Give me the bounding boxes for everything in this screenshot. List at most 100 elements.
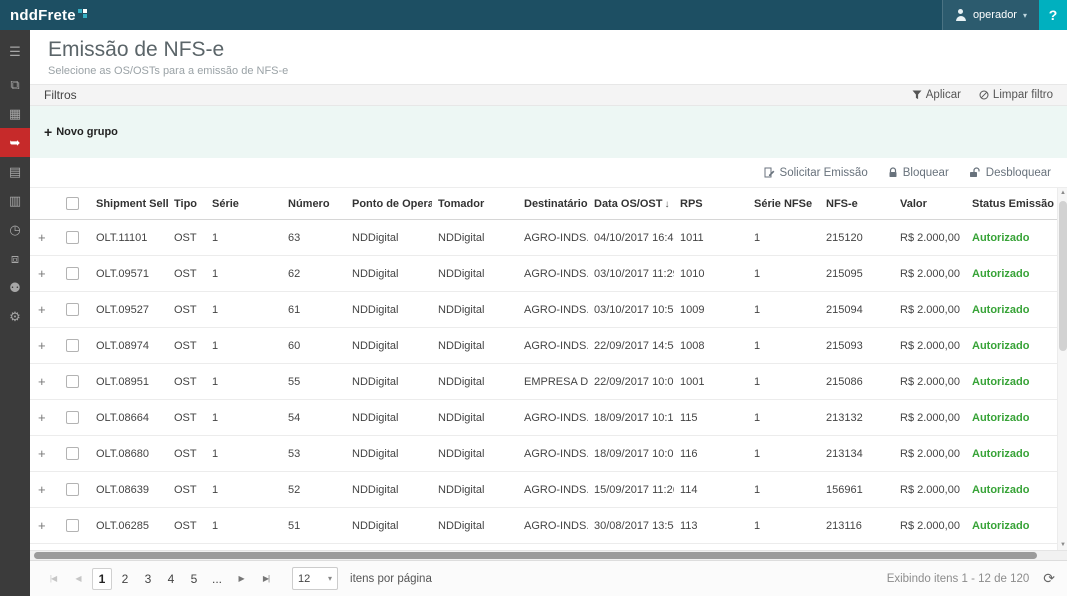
sidebar-item-menu[interactable]: ☰ — [0, 37, 30, 66]
column-header-status-emissao[interactable]: Status Emissão — [966, 188, 1057, 220]
help-button[interactable]: ? — [1039, 0, 1067, 30]
horizontal-scroll-thumb[interactable] — [34, 552, 1037, 559]
solicitar-emissao-button[interactable]: Solicitar Emissão — [764, 167, 868, 179]
row-checkbox[interactable] — [66, 519, 79, 532]
sidebar-item-billing[interactable]: ▥ — [0, 186, 30, 215]
column-header-rps[interactable]: RPS — [674, 188, 748, 220]
cell-shipment-sell: OLT.11101 — [90, 220, 168, 256]
table-row[interactable]: +OLT.08664OST154NDDigitalNDDigitalAGRO-I… — [30, 400, 1057, 436]
cell-tipo: OST — [168, 364, 206, 400]
column-header-ponto-operacao[interactable]: Ponto de Opera... — [346, 188, 432, 220]
sidebar-item-settings[interactable]: ⚙ — [0, 302, 30, 331]
page-numbers: 12345 — [92, 568, 204, 590]
expand-row-icon[interactable]: + — [36, 302, 48, 317]
cell-valor: R$ 2.000,00 — [894, 436, 966, 472]
cell-data-os-ost: 30/08/2017 13:54 — [588, 508, 674, 544]
more-pages-button[interactable]: ... — [207, 572, 227, 586]
column-header-nfse[interactable]: NFS-e — [820, 188, 894, 220]
cell-data-os-ost: 18/09/2017 10:13 — [588, 400, 674, 436]
horizontal-scrollbar[interactable] — [30, 550, 1067, 560]
column-header-serie-nfse[interactable]: Série NFSe — [748, 188, 820, 220]
new-group-button[interactable]: + Novo grupo — [44, 125, 118, 139]
select-all-checkbox[interactable] — [66, 197, 79, 210]
expand-row-icon[interactable]: + — [36, 410, 48, 425]
sidebar-item-document[interactable]: ▤ — [0, 157, 30, 186]
cell-serie: 1 — [206, 220, 282, 256]
apply-filter-button[interactable]: Aplicar — [912, 89, 961, 101]
table-row[interactable]: +OLT.09527OST161NDDigitalNDDigitalAGRO-I… — [30, 292, 1057, 328]
expand-row-icon[interactable]: + — [36, 374, 48, 389]
chevron-down-icon: ▾ — [1023, 11, 1027, 20]
page-size-select[interactable]: 12 ▾ — [292, 567, 338, 590]
table-row[interactable]: +OLT.06285OST151NDDigitalNDDigitalAGRO-I… — [30, 508, 1057, 544]
page-number-button[interactable]: 3 — [138, 568, 158, 590]
column-header-valor[interactable]: Valor — [894, 188, 966, 220]
cell-data-os-ost: 03/10/2017 10:56 — [588, 292, 674, 328]
column-header-tipo[interactable]: Tipo — [168, 188, 206, 220]
first-page-button[interactable]: |◀ — [42, 568, 64, 590]
expand-row-icon[interactable]: + — [36, 230, 48, 245]
sidebar-item-users[interactable]: ⚉ — [0, 273, 30, 302]
cell-numero: 62 — [282, 256, 346, 292]
expand-row-icon[interactable]: + — [36, 338, 48, 353]
expand-row-icon[interactable]: + — [36, 482, 48, 497]
row-checkbox[interactable] — [66, 231, 79, 244]
page-number-button[interactable]: 4 — [161, 568, 181, 590]
cell-serie: 1 — [206, 364, 282, 400]
page-number-button[interactable]: 5 — [184, 568, 204, 590]
table-row[interactable]: +OLT.08974OST160NDDigitalNDDigitalAGRO-I… — [30, 328, 1057, 364]
next-page-button[interactable]: ▶ — [230, 568, 252, 590]
prev-page-button[interactable]: ◀ — [67, 568, 89, 590]
vertical-scrollbar[interactable]: ▲ ▼ — [1057, 188, 1067, 550]
expand-column-header — [30, 188, 60, 220]
expand-row-icon[interactable]: + — [36, 266, 48, 281]
table-row[interactable]: +OLT.11101OST163NDDigitalNDDigitalAGRO-I… — [30, 220, 1057, 256]
column-header-data-os-ost[interactable]: Data OS/OST↓ — [588, 188, 674, 220]
table-row[interactable]: +OLT.08680OST153NDDigitalNDDigitalAGRO-I… — [30, 436, 1057, 472]
sidebar-item-history[interactable]: ◷ — [0, 215, 30, 244]
pager: |◀ ◀ 12345 ... ▶ ▶| 12 ▾ itens por págin… — [30, 560, 1067, 596]
column-header-destinatario[interactable]: Destinatário — [518, 188, 588, 220]
column-header-numero[interactable]: Número — [282, 188, 346, 220]
table-row[interactable]: +OLT.08951OST155NDDigitalNDDigitalEMPRES… — [30, 364, 1057, 400]
cell-serie: 1 — [206, 328, 282, 364]
page-header: Emissão de NFS-e Selecione as OS/OSTs pa… — [30, 30, 1067, 84]
cell-serie-nfse: 1 — [748, 328, 820, 364]
row-checkbox[interactable] — [66, 483, 79, 496]
row-checkbox[interactable] — [66, 303, 79, 316]
table-header-row: Shipment Sell Tipo Série Número Ponto de… — [30, 188, 1057, 220]
sidebar-item-documents[interactable]: ⧉ — [0, 70, 30, 99]
scroll-down-icon[interactable]: ▼ — [1058, 542, 1067, 548]
column-header-serie[interactable]: Série — [206, 188, 282, 220]
clear-filter-button[interactable]: Limpar filtro — [979, 89, 1053, 101]
last-page-button[interactable]: ▶| — [255, 568, 277, 590]
column-header-tomador[interactable]: Tomador — [432, 188, 518, 220]
row-checkbox[interactable] — [66, 411, 79, 424]
scroll-up-icon[interactable]: ▲ — [1058, 190, 1067, 196]
user-menu[interactable]: operador ▾ — [942, 0, 1039, 30]
bloquear-button[interactable]: Bloquear — [888, 167, 949, 179]
row-checkbox[interactable] — [66, 339, 79, 352]
sidebar-item-packages[interactable]: ⧈ — [0, 244, 30, 273]
cell-serie: 1 — [206, 400, 282, 436]
cell-tomador: NDDigital — [432, 472, 518, 508]
column-header-shipment-sell[interactable]: Shipment Sell — [90, 188, 168, 220]
refresh-button[interactable]: ⟳ — [1043, 570, 1055, 587]
row-checkbox[interactable] — [66, 267, 79, 280]
page-number-button[interactable]: 2 — [115, 568, 135, 590]
logo-squares-icon — [78, 9, 87, 18]
row-checkbox[interactable] — [66, 375, 79, 388]
sidebar-item-nfse-emission[interactable]: ➥ — [0, 128, 30, 157]
page-number-button[interactable]: 1 — [92, 568, 112, 590]
plus-icon: + — [44, 125, 52, 139]
expand-row-icon[interactable]: + — [36, 518, 48, 533]
desbloquear-button[interactable]: Desbloquear — [969, 167, 1051, 179]
vertical-scroll-thumb[interactable] — [1059, 201, 1067, 351]
table-row[interactable]: +OLT.09571OST162NDDigitalNDDigitalAGRO-I… — [30, 256, 1057, 292]
expand-row-icon[interactable]: + — [36, 446, 48, 461]
cell-numero: 63 — [282, 220, 346, 256]
sidebar-item-truck[interactable]: ▦ — [0, 99, 30, 128]
emissions-table: Shipment Sell Tipo Série Número Ponto de… — [30, 188, 1057, 550]
table-row[interactable]: +OLT.08639OST152NDDigitalNDDigitalAGRO-I… — [30, 472, 1057, 508]
row-checkbox[interactable] — [66, 447, 79, 460]
